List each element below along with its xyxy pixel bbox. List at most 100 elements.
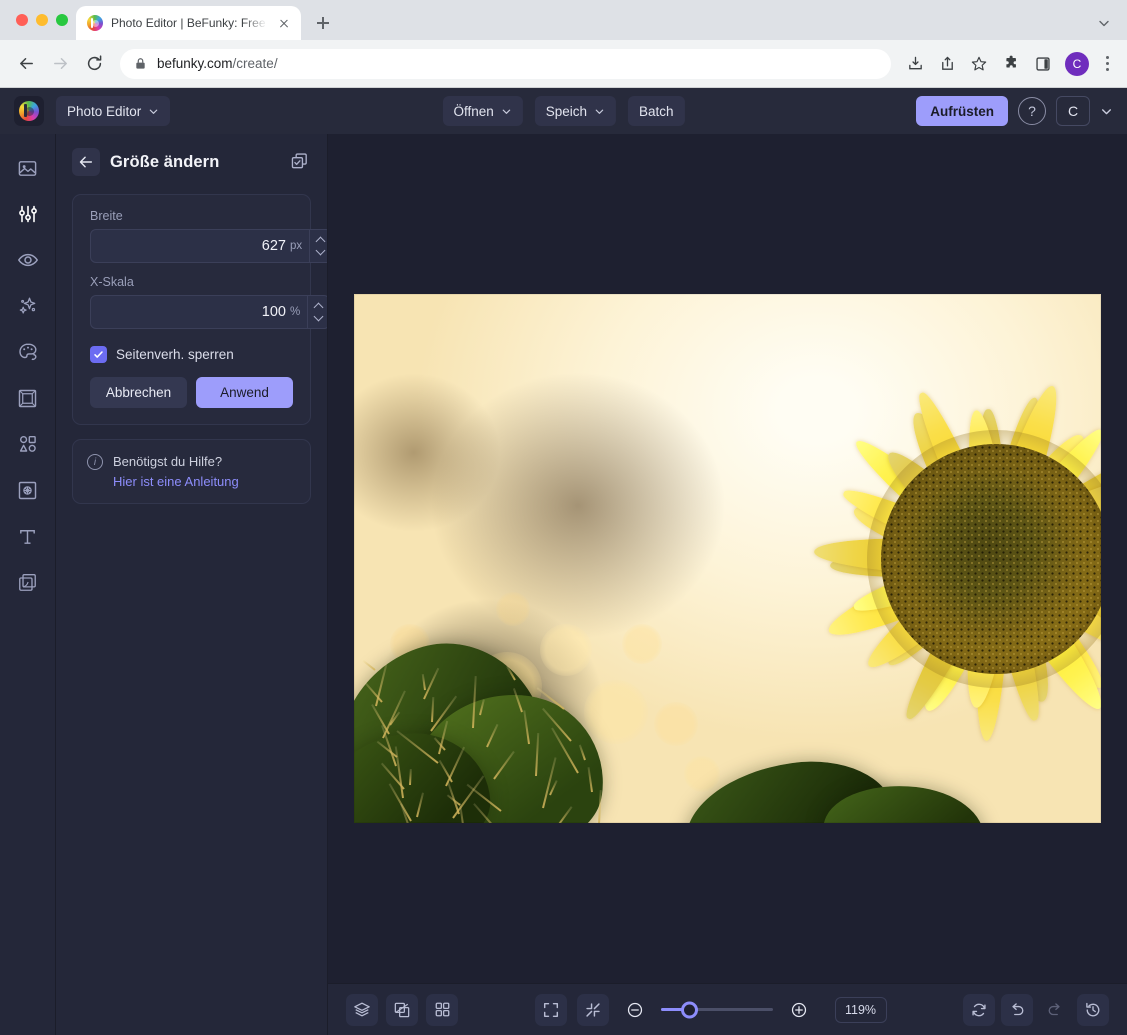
- share-icon[interactable]: [933, 50, 961, 78]
- bottom-toolbar: 119%: [328, 983, 1127, 1035]
- layers-button[interactable]: [346, 993, 378, 1026]
- x-scale-label: X-Skala: [90, 275, 134, 289]
- lock-aspect-checkbox[interactable]: [90, 346, 107, 363]
- text-t-icon: [20, 529, 35, 544]
- open-button[interactable]: Öffnen: [442, 96, 523, 126]
- reload-icon[interactable]: [78, 48, 110, 80]
- chrome-profile-avatar[interactable]: C: [1065, 51, 1089, 76]
- refresh-icon: [972, 1003, 986, 1016]
- sidebar-item-image[interactable]: [6, 146, 50, 190]
- undo-button[interactable]: [1001, 993, 1033, 1026]
- resize-panel: Größe ändern Breite px: [56, 134, 328, 1035]
- transform-button[interactable]: [386, 993, 418, 1026]
- close-window-button[interactable]: [16, 14, 28, 26]
- save-button[interactable]: Speich: [534, 96, 617, 126]
- help-link[interactable]: Hier ist eine Anleitung: [113, 472, 239, 492]
- address-bar[interactable]: befunky.com/create/: [120, 48, 891, 79]
- chevron-down-icon[interactable]: [1097, 16, 1111, 30]
- lock-aspect-label: Seitenverh. sperren: [116, 347, 234, 362]
- help-card: i Benötigst du Hilfe? Hier ist eine Anle…: [72, 439, 311, 504]
- bookmark-star-icon[interactable]: [965, 50, 993, 78]
- browser-tab[interactable]: Photo Editor | BeFunky: Free O: [76, 6, 301, 40]
- maximize-window-button[interactable]: [56, 14, 68, 26]
- canvas-area: 119%: [328, 134, 1127, 1035]
- x-scale-input-wrap[interactable]: %: [90, 295, 327, 329]
- toolbar-icons: [901, 50, 1057, 78]
- chrome-menu-button[interactable]: [1097, 52, 1117, 76]
- redo-arrow-icon: [1048, 1002, 1060, 1015]
- expand-frame-icon: [543, 1002, 558, 1017]
- actual-size-button[interactable]: [576, 993, 609, 1026]
- chevron-down-icon[interactable]: [1100, 105, 1113, 118]
- bokeh-circle: [540, 624, 592, 676]
- zoom-out-button[interactable]: [619, 994, 651, 1026]
- sidebar-item-artsy[interactable]: [6, 330, 50, 374]
- history-button[interactable]: [1077, 993, 1109, 1026]
- undo-arrow-icon: [1012, 1002, 1024, 1015]
- header-right-actions: Aufrüsten ? C: [916, 96, 1113, 126]
- sidebar-item-textures[interactable]: [6, 468, 50, 512]
- zoom-slider-track[interactable]: [660, 1001, 773, 1018]
- befunky-logo-icon: [87, 15, 103, 31]
- layers-stack-icon: [354, 1002, 370, 1016]
- sidebar-item-retouch[interactable]: [6, 238, 50, 282]
- sidebar-item-frames[interactable]: [6, 376, 50, 420]
- x-scale-stepper[interactable]: [307, 296, 327, 328]
- extensions-puzzle-icon[interactable]: [997, 50, 1025, 78]
- new-tab-button[interactable]: [309, 9, 337, 37]
- sidebar-item-ai[interactable]: [6, 284, 50, 328]
- sunflower-photo[interactable]: [354, 294, 1101, 823]
- sidebar-item-layers[interactable]: [6, 560, 50, 604]
- fit-screen-button[interactable]: [534, 993, 567, 1026]
- x-scale-input[interactable]: [91, 296, 288, 328]
- help-icon[interactable]: ?: [1018, 97, 1046, 125]
- grid-button[interactable]: [426, 993, 458, 1026]
- user-avatar[interactable]: C: [1056, 96, 1090, 126]
- width-input-wrap[interactable]: px: [90, 229, 327, 263]
- chevron-down-icon[interactable]: [317, 249, 325, 254]
- befunky-logo-icon[interactable]: [14, 96, 44, 126]
- batch-button[interactable]: Batch: [628, 96, 685, 126]
- zoom-slider-group[interactable]: [619, 994, 815, 1026]
- zoom-level-value[interactable]: 119%: [834, 996, 887, 1023]
- sidebar-item-edit[interactable]: [6, 192, 50, 236]
- download-icon[interactable]: [901, 50, 929, 78]
- zoom-slider-thumb[interactable]: [681, 1001, 699, 1018]
- width-label: Breite: [90, 209, 123, 223]
- befunky-app: Photo Editor Öffnen Speich Batch Aufrüst…: [0, 88, 1127, 1035]
- help-question: Benötigst du Hilfe?: [113, 454, 223, 469]
- mode-selector-label: Photo Editor: [67, 103, 142, 119]
- bokeh-circle: [654, 702, 698, 746]
- close-icon[interactable]: [275, 14, 293, 32]
- grid-4-icon: [435, 1002, 449, 1017]
- sidebar-item-graphics[interactable]: [6, 422, 50, 466]
- side-panel-icon[interactable]: [1029, 50, 1057, 78]
- chevron-up-icon[interactable]: [317, 238, 325, 243]
- tool-rail: [0, 134, 56, 1035]
- reset-button[interactable]: [963, 993, 995, 1026]
- duplicate-layers-icon[interactable]: [289, 151, 311, 173]
- width-input[interactable]: [91, 230, 288, 262]
- cancel-button[interactable]: Abbrechen: [90, 377, 187, 408]
- chevron-down-icon[interactable]: [315, 315, 323, 320]
- url-path: /create/: [232, 56, 278, 71]
- canvas-stage[interactable]: [328, 134, 1127, 983]
- back-arrow-icon[interactable]: [72, 148, 100, 176]
- layers-overlay-icon: [19, 573, 36, 591]
- mode-selector-button[interactable]: Photo Editor: [56, 96, 171, 126]
- zoom-in-button[interactable]: [783, 994, 815, 1026]
- minimize-window-button[interactable]: [36, 14, 48, 26]
- apply-button[interactable]: Anwend: [196, 377, 293, 408]
- redo-button[interactable]: [1039, 994, 1071, 1026]
- lock-aspect-row[interactable]: Seitenverh. sperren: [90, 346, 293, 363]
- tab-title: Photo Editor | BeFunky: Free O: [111, 16, 267, 30]
- upgrade-button[interactable]: Aufrüsten: [916, 96, 1008, 126]
- bokeh-circle: [684, 756, 720, 792]
- minus-circle-icon: [627, 1002, 642, 1017]
- back-arrow-icon[interactable]: [10, 48, 42, 80]
- chevron-up-icon[interactable]: [315, 304, 323, 309]
- scale-row: X-Skala % Y-Skala: [90, 275, 327, 329]
- forward-arrow-icon[interactable]: [44, 48, 76, 80]
- sidebar-item-text[interactable]: [6, 514, 50, 558]
- width-stepper[interactable]: [309, 230, 327, 262]
